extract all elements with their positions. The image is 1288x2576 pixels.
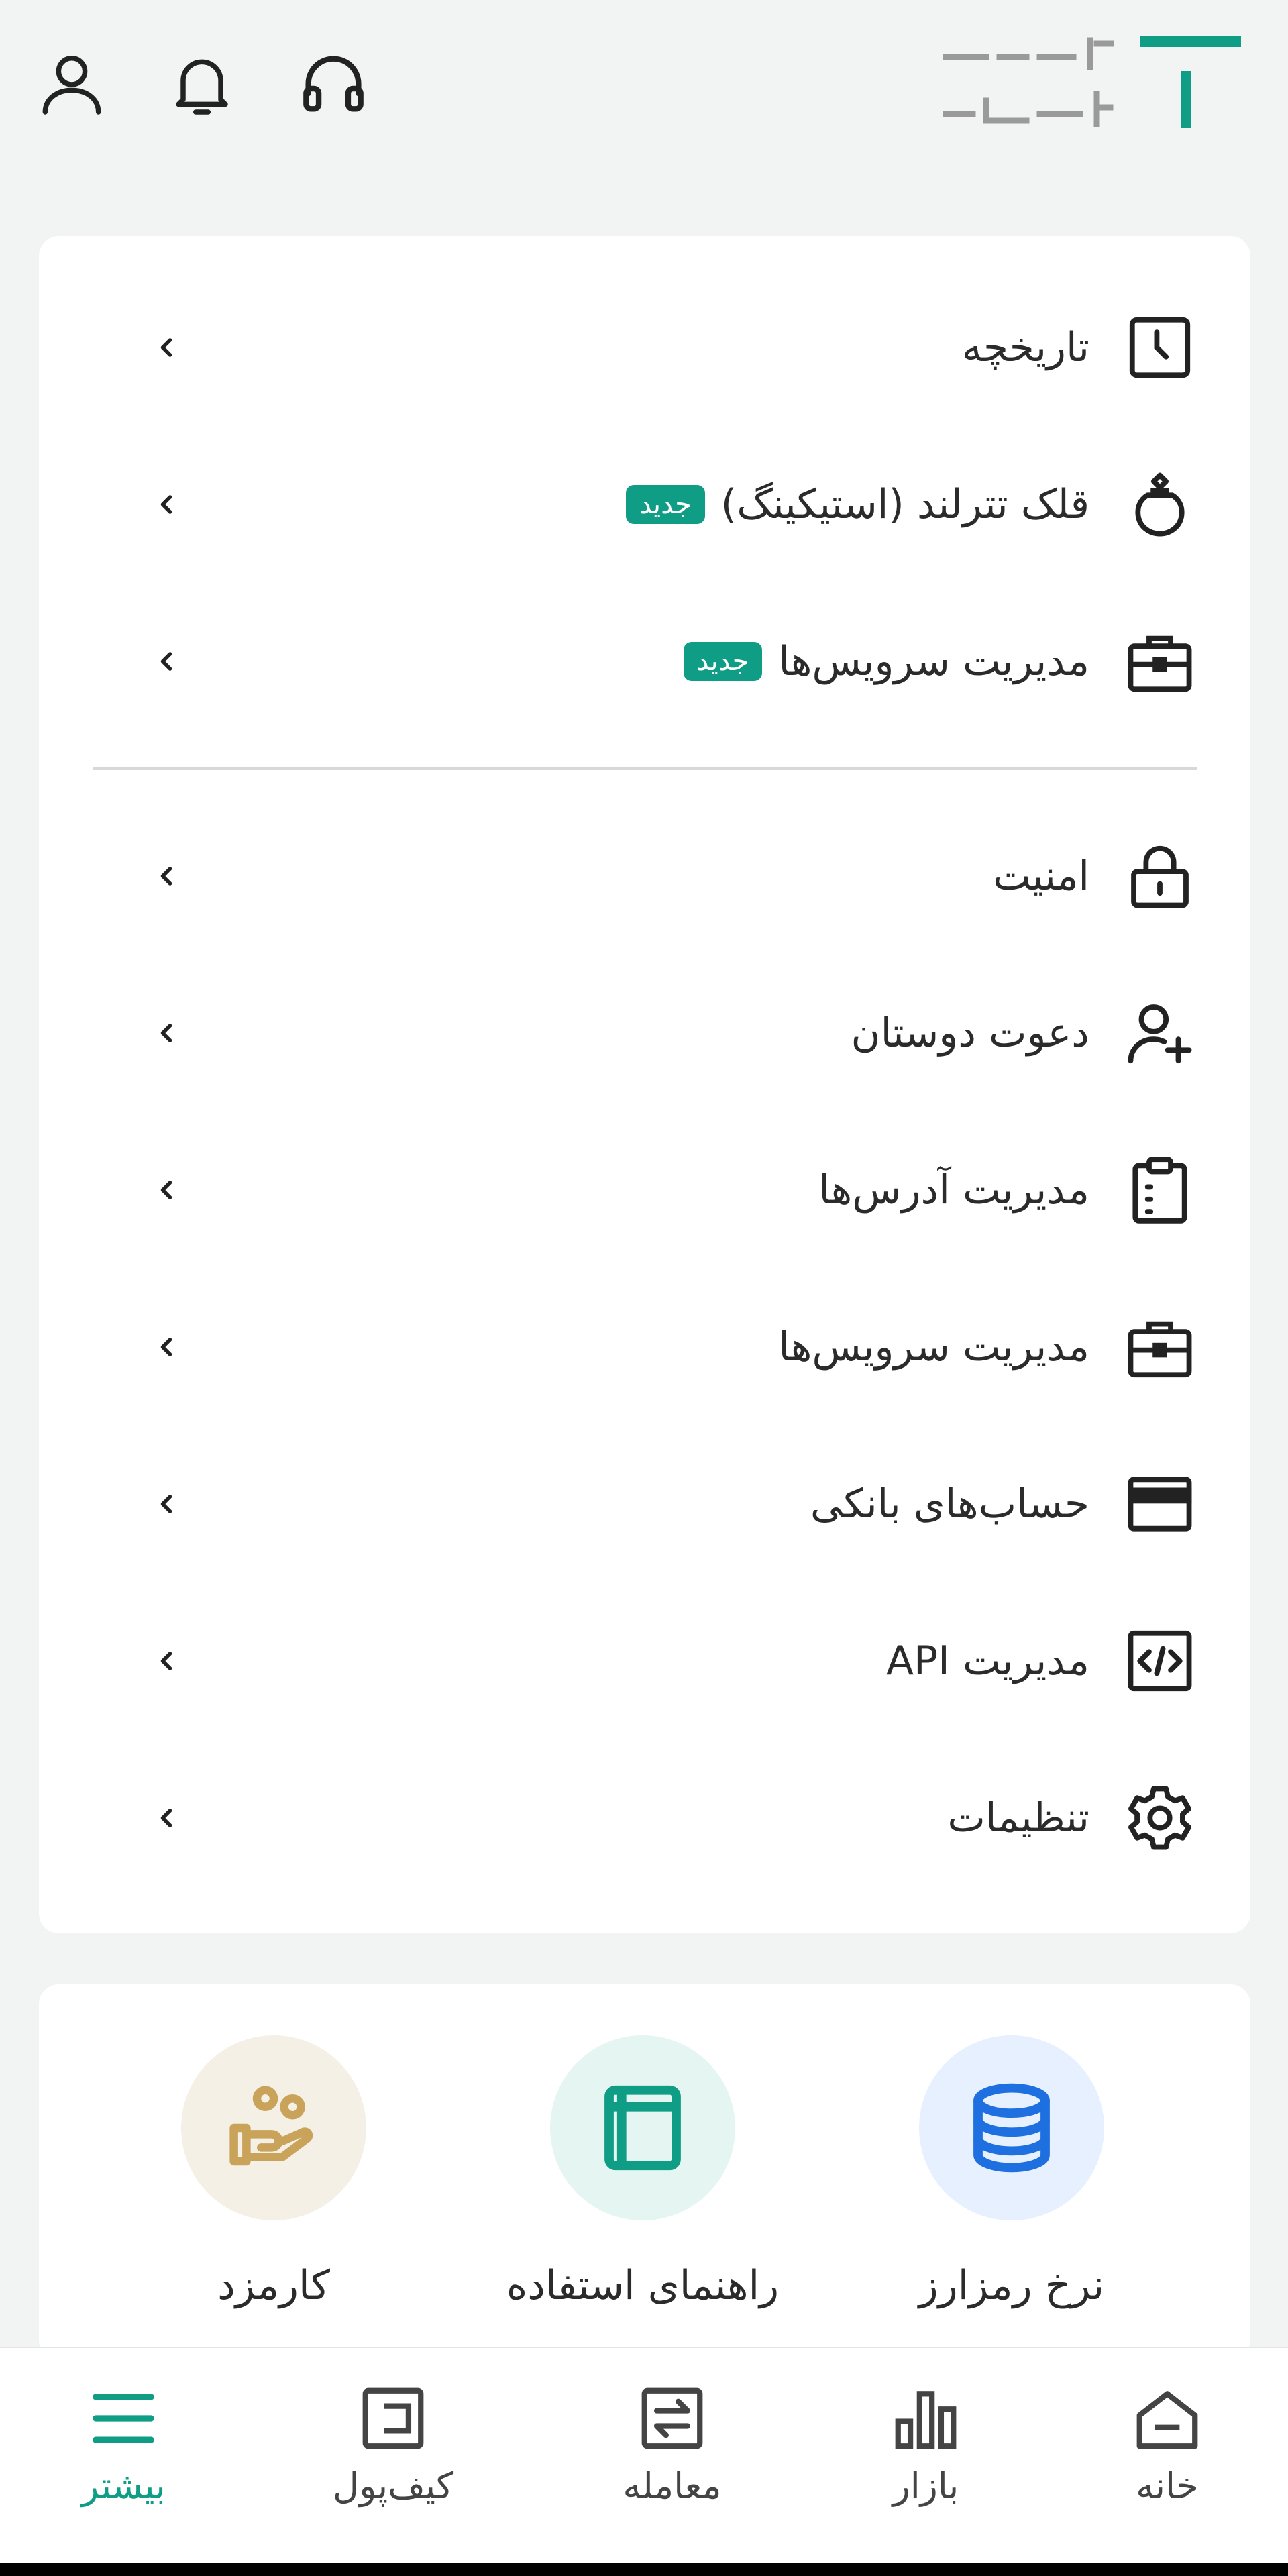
nav-market[interactable]: بازار <box>825 2381 1026 2542</box>
menu-card: تاریخچه قلک تترلند (استیکینگ) جدید مدیری… <box>39 236 1250 1933</box>
menu-label: مدیریت آدرس‌ها <box>818 1167 1089 1214</box>
menu-label: تاریخچه <box>961 324 1089 371</box>
menu-divider <box>93 767 1197 770</box>
bottom-navigation: خانه بازار معامله کیف‌پول بیشتر <box>0 2347 1288 2576</box>
menu-label: مدیریت API <box>885 1638 1089 1684</box>
nav-label: بیشتر <box>81 2465 166 2507</box>
menu-label: قلک تترلند (استیکینگ) <box>720 481 1089 528</box>
lock-icon <box>1131 845 1189 908</box>
chevron-left-icon <box>160 867 172 885</box>
new-badge: جدید <box>625 485 705 524</box>
chevron-left-icon <box>160 338 172 357</box>
menu-label: تنظیمات <box>947 1794 1089 1841</box>
card-icon <box>1128 1477 1192 1532</box>
nav-label: خانه <box>1136 2465 1199 2507</box>
logo-mark <box>1140 36 1241 128</box>
headset-icon <box>303 56 364 112</box>
logo-wordmark <box>943 37 1114 127</box>
quick-action-fees[interactable]: کارمزد <box>99 2035 448 2330</box>
database-icon <box>973 2083 1050 2173</box>
profile-icon <box>42 56 101 115</box>
quick-action-guide[interactable]: راهنمای استفاده <box>468 2035 817 2330</box>
piggy-bank-icon <box>1135 472 1185 537</box>
system-gesture-bar <box>0 2563 1288 2576</box>
swap-icon <box>641 2387 703 2449</box>
chevron-left-icon <box>160 1338 172 1356</box>
chevron-left-icon <box>160 1181 172 1199</box>
menu-item-services[interactable]: مدیریت سرویس‌ها <box>39 1280 1250 1414</box>
menu-item-services-new[interactable]: مدیریت سرویس‌ها جدید <box>39 594 1250 729</box>
support-button[interactable] <box>290 40 377 127</box>
notifications-button[interactable] <box>158 40 246 127</box>
profile-button[interactable] <box>28 40 115 127</box>
gear-icon <box>1128 1786 1191 1850</box>
quick-actions-card: نرخ رمزارز راهنمای استفاده کارمزد <box>39 1984 1250 2360</box>
chevron-left-icon <box>160 1024 172 1042</box>
nav-home[interactable]: خانه <box>1067 2381 1268 2542</box>
menu-label: امنیت <box>993 853 1089 900</box>
menu-item-security[interactable]: امنیت <box>39 809 1250 943</box>
menu-item-staking[interactable]: قلک تترلند (استیکینگ) جدید <box>39 437 1250 572</box>
quick-action-crypto-rates[interactable]: نرخ رمزارز <box>837 2035 1186 2330</box>
bar-chart-icon <box>895 2391 957 2449</box>
history-icon <box>1129 317 1191 378</box>
nav-wallet[interactable]: کیف‌پول <box>292 2381 494 2542</box>
menu-item-history[interactable]: تاریخچه <box>39 280 1250 415</box>
briefcase-icon <box>1128 1321 1192 1378</box>
quick-action-label: نرخ رمزارز <box>918 2262 1105 2309</box>
home-icon <box>1136 2391 1198 2449</box>
chevron-left-icon <box>160 652 172 671</box>
nav-more[interactable]: بیشتر <box>23 2381 224 2542</box>
menu-label: مدیریت سرویس‌ها <box>778 1324 1089 1371</box>
code-icon <box>1128 1630 1192 1692</box>
nav-label: کیف‌پول <box>332 2465 454 2507</box>
nav-trade[interactable]: معامله <box>572 2381 773 2542</box>
new-badge: جدید <box>683 642 763 681</box>
menu-item-invite[interactable]: دعوت دوستان <box>39 966 1250 1100</box>
menu-item-bank-accounts[interactable]: حساب‌های بانکی <box>39 1437 1250 1571</box>
quick-action-label: راهنمای استفاده <box>506 2262 780 2309</box>
menu-item-settings[interactable]: تنظیمات <box>39 1751 1250 1885</box>
app-logo <box>939 27 1241 141</box>
nav-label: معامله <box>623 2465 722 2507</box>
menu-icon <box>93 2394 154 2443</box>
chevron-left-icon <box>160 1495 172 1513</box>
add-user-icon <box>1128 1004 1192 1064</box>
bell-icon <box>176 59 228 115</box>
briefcase-icon <box>1128 635 1192 692</box>
chevron-left-icon <box>160 1652 172 1670</box>
top-bar <box>0 0 1288 188</box>
hand-coins-icon <box>229 2086 313 2166</box>
wallet-icon <box>362 2387 424 2449</box>
book-icon <box>604 2085 681 2171</box>
chevron-left-icon <box>160 495 172 514</box>
menu-label: دعوت دوستان <box>851 1010 1090 1057</box>
quick-action-label: کارمزد <box>217 2262 330 2309</box>
clipboard-icon <box>1132 1157 1187 1224</box>
menu-item-api[interactable]: مدیریت API <box>39 1594 1250 1728</box>
menu-item-addresses[interactable]: مدیریت آدرس‌ها <box>39 1123 1250 1257</box>
menu-label: مدیریت سرویس‌ها <box>778 638 1089 685</box>
chevron-left-icon <box>160 1809 172 1827</box>
menu-label: حساب‌های بانکی <box>810 1481 1089 1527</box>
nav-label: بازار <box>892 2465 959 2507</box>
